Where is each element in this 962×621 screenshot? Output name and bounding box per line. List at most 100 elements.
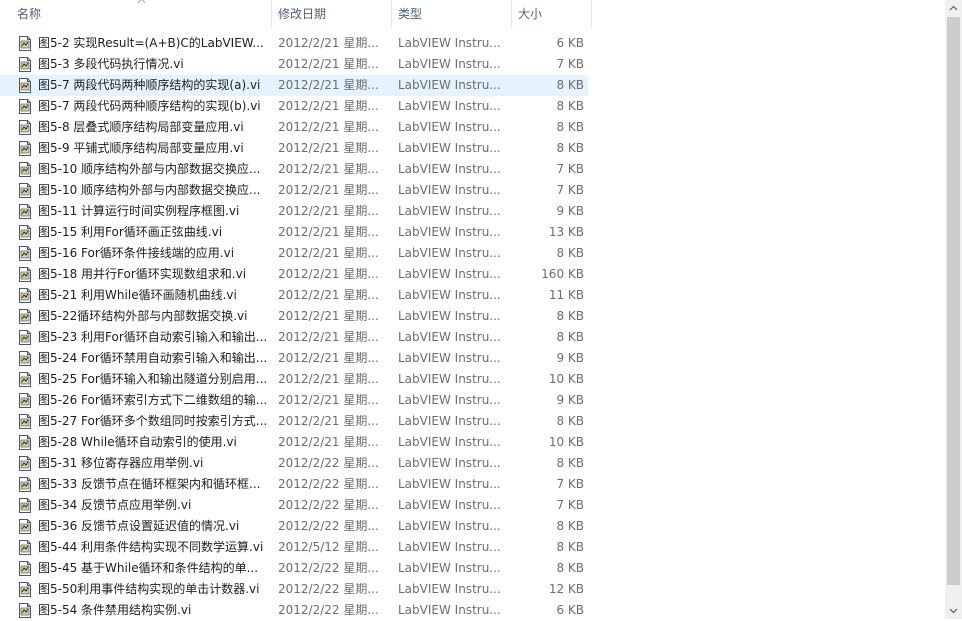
file-row[interactable]: 图5-7 两段代码两种顺序结构的实现(a).vi 2012/2/21 星期... L… — [0, 75, 588, 96]
file-date: 2012/2/21 星期... — [278, 120, 379, 134]
file-type: LabVIEW Instru... — [398, 372, 501, 386]
file-row[interactable]: 图5-24 For循环禁用自动索引输入和输出... 2012/2/21 星期...… — [0, 348, 945, 369]
column-header-name[interactable]: 名称 — [17, 0, 267, 28]
file-size: 8 KB — [556, 540, 584, 554]
file-row[interactable]: 图5-34 反馈节点应用举例.vi 2012/2/22 星期... LabVIEW … — [0, 495, 945, 516]
labview-vi-file-icon — [19, 141, 31, 156]
scroll-up-icon[interactable] — [945, 0, 962, 17]
file-size: 6 KB — [556, 603, 584, 617]
file-size: 7 KB — [556, 57, 584, 71]
file-size: 7 KB — [556, 183, 584, 197]
file-size: 8 KB — [556, 246, 584, 260]
file-name: 图5-27 For循环多个数组同时按索引方式... — [38, 414, 268, 428]
file-date: 2012/2/21 星期... — [278, 351, 379, 365]
file-type: LabVIEW Instru... — [398, 435, 501, 449]
file-row[interactable]: 图5-22循环结构外部与内部数据交换.vi 2012/2/21 星期... LabV… — [0, 306, 945, 327]
column-header-type[interactable]: 类型 — [398, 0, 506, 28]
file-row[interactable]: 图5-31 移位寄存器应用举例.vi 2012/2/22 星期... LabVIEW… — [0, 453, 945, 474]
file-name: 图5-22循环结构外部与内部数据交换.vi — [38, 309, 248, 323]
file-name: 图5-7 两段代码两种顺序结构的实现(a).vi — [38, 78, 261, 92]
file-name: 图5-23 利用For循环自动索引输入和输出... — [38, 330, 268, 344]
file-row[interactable]: 图5-45 基于While循环和条件结构的单... 2012/2/22 星期...… — [0, 558, 945, 579]
file-row[interactable]: 图5-50利用事件结构实现的单击计数器.vi 2012/2/22 星期... Lab… — [0, 579, 945, 600]
column-header-date[interactable]: 修改日期 — [278, 0, 388, 28]
labview-vi-file-icon — [19, 57, 31, 72]
column-divider[interactable] — [271, 0, 272, 28]
file-row[interactable]: 图5-28 While循环自动索引的使用.vi 2012/2/21 星期... La… — [0, 432, 945, 453]
labview-vi-file-icon — [19, 561, 31, 576]
column-header: 名称 修改日期 类型 大小 — [0, 0, 945, 28]
file-row[interactable]: 图5-27 For循环多个数组同时按索引方式... 2012/2/21 星期...… — [0, 411, 945, 432]
file-date: 2012/2/21 星期... — [278, 393, 379, 407]
file-row[interactable]: 图5-21 利用While循环画随机曲线.vi 2012/2/21 星期... La… — [0, 285, 945, 306]
file-row[interactable]: 图5-44 利用条件结构实现不同数学运算.vi 2012/5/12 星期... La… — [0, 537, 945, 558]
file-date: 2012/2/21 星期... — [278, 36, 379, 50]
file-type: LabVIEW Instru... — [398, 561, 501, 575]
file-name: 图5-2 实现Result=(A+B)C的LabVIEW... — [38, 36, 264, 50]
file-name: 图5-7 两段代码两种顺序结构的实现(b).vi — [38, 99, 261, 113]
labview-vi-file-icon — [19, 477, 31, 492]
labview-vi-file-icon — [19, 309, 31, 324]
file-type: LabVIEW Instru... — [398, 246, 501, 260]
file-row[interactable]: 图5-11 计算运行时间实例程序框图.vi 2012/2/21 星期... LabV… — [0, 201, 945, 222]
labview-vi-file-icon — [19, 120, 31, 135]
file-row[interactable]: 图5-3 多段代码执行情况.vi 2012/2/21 星期... LabVIEW I… — [0, 54, 945, 75]
file-date: 2012/2/21 星期... — [278, 183, 379, 197]
labview-vi-file-icon — [19, 36, 31, 51]
labview-vi-file-icon — [19, 78, 31, 93]
file-date: 2012/2/21 星期... — [278, 246, 379, 260]
file-date: 2012/2/21 星期... — [278, 309, 379, 323]
file-name: 图5-33 反馈节点在循环框架内和循环框... — [38, 477, 261, 491]
labview-vi-file-icon — [19, 603, 31, 618]
file-date: 2012/2/22 星期... — [278, 498, 379, 512]
file-date: 2012/2/21 星期... — [278, 330, 379, 344]
scroll-down-icon[interactable] — [945, 602, 962, 619]
file-row[interactable]: 图5-16 For循环条件接线端的应用.vi 2012/2/21 星期... Lab… — [0, 243, 945, 264]
file-row[interactable]: 图5-15 利用For循环画正弦曲线.vi 2012/2/21 星期... LabV… — [0, 222, 945, 243]
file-size: 13 KB — [548, 225, 584, 239]
scrollbar-thumb[interactable] — [947, 17, 960, 585]
file-name: 图5-3 多段代码执行情况.vi — [38, 57, 184, 71]
file-row[interactable]: 图5-36 反馈节点设置延迟值的情况.vi 2012/2/22 星期... LabV… — [0, 516, 945, 537]
labview-vi-file-icon — [19, 204, 31, 219]
file-row[interactable]: 图5-26 For循环索引方式下二维数组的输... 2012/2/21 星期...… — [0, 390, 945, 411]
file-type: LabVIEW Instru... — [398, 183, 501, 197]
file-name: 图5-9 平铺式顺序结构局部变量应用.vi — [38, 141, 244, 155]
vertical-scrollbar[interactable] — [945, 0, 962, 619]
file-row[interactable]: 图5-54 条件禁用结构实例.vi 2012/2/22 星期... LabVIEW … — [0, 600, 945, 621]
file-row[interactable]: 图5-25 For循环输入和输出隧道分别启用... 2012/2/21 星期...… — [0, 369, 945, 390]
file-row[interactable]: 图5-33 反馈节点在循环框架内和循环框... 2012/2/22 星期... La… — [0, 474, 945, 495]
file-row[interactable]: 图5-23 利用For循环自动索引输入和输出... 2012/2/21 星期...… — [0, 327, 945, 348]
labview-vi-file-icon — [19, 456, 31, 471]
file-name: 图5-11 计算运行时间实例程序框图.vi — [38, 204, 240, 218]
file-row[interactable]: 图5-9 平铺式顺序结构局部变量应用.vi 2012/2/21 星期... LabV… — [0, 138, 945, 159]
column-divider[interactable] — [511, 0, 512, 28]
file-row[interactable]: 图5-10 顺序结构外部与内部数据交换应... 2012/2/21 星期... La… — [0, 180, 945, 201]
column-divider[interactable] — [391, 0, 392, 28]
file-name: 图5-24 For循环禁用自动索引输入和输出... — [38, 351, 268, 365]
file-date: 2012/2/21 星期... — [278, 78, 379, 92]
column-header-size[interactable]: 大小 — [518, 0, 588, 28]
file-type: LabVIEW Instru... — [398, 141, 501, 155]
file-type: LabVIEW Instru... — [398, 288, 501, 302]
file-name: 图5-50利用事件结构实现的单击计数器.vi — [38, 582, 260, 596]
file-row[interactable]: 图5-18 用并行For循环实现数组求和.vi 2012/2/21 星期... La… — [0, 264, 945, 285]
file-row[interactable]: 图5-8 层叠式顺序结构局部变量应用.vi 2012/2/21 星期... LabV… — [0, 117, 945, 138]
file-name: 图5-25 For循环输入和输出隧道分别启用... — [38, 372, 268, 386]
file-type: LabVIEW Instru... — [398, 456, 501, 470]
file-row[interactable]: 图5-2 实现Result=(A+B)C的LabVIEW... 2012/2/21… — [0, 33, 945, 54]
file-date: 2012/2/21 星期... — [278, 414, 379, 428]
labview-vi-file-icon — [19, 162, 31, 177]
file-name: 图5-45 基于While循环和条件结构的单... — [38, 561, 259, 575]
file-size: 8 KB — [556, 519, 584, 533]
file-name: 图5-34 反馈节点应用举例.vi — [38, 498, 192, 512]
file-type: LabVIEW Instru... — [398, 36, 501, 50]
file-type: LabVIEW Instru... — [398, 519, 501, 533]
file-size: 10 KB — [548, 435, 584, 449]
file-size: 9 KB — [556, 393, 584, 407]
column-divider[interactable] — [591, 0, 592, 28]
file-size: 8 KB — [556, 99, 584, 113]
file-row[interactable]: 图5-7 两段代码两种顺序结构的实现(b).vi 2012/2/21 星期... L… — [0, 96, 945, 117]
file-size: 8 KB — [556, 561, 584, 575]
file-row[interactable]: 图5-10 顺序结构外部与内部数据交换应... 2012/2/21 星期... La… — [0, 159, 945, 180]
